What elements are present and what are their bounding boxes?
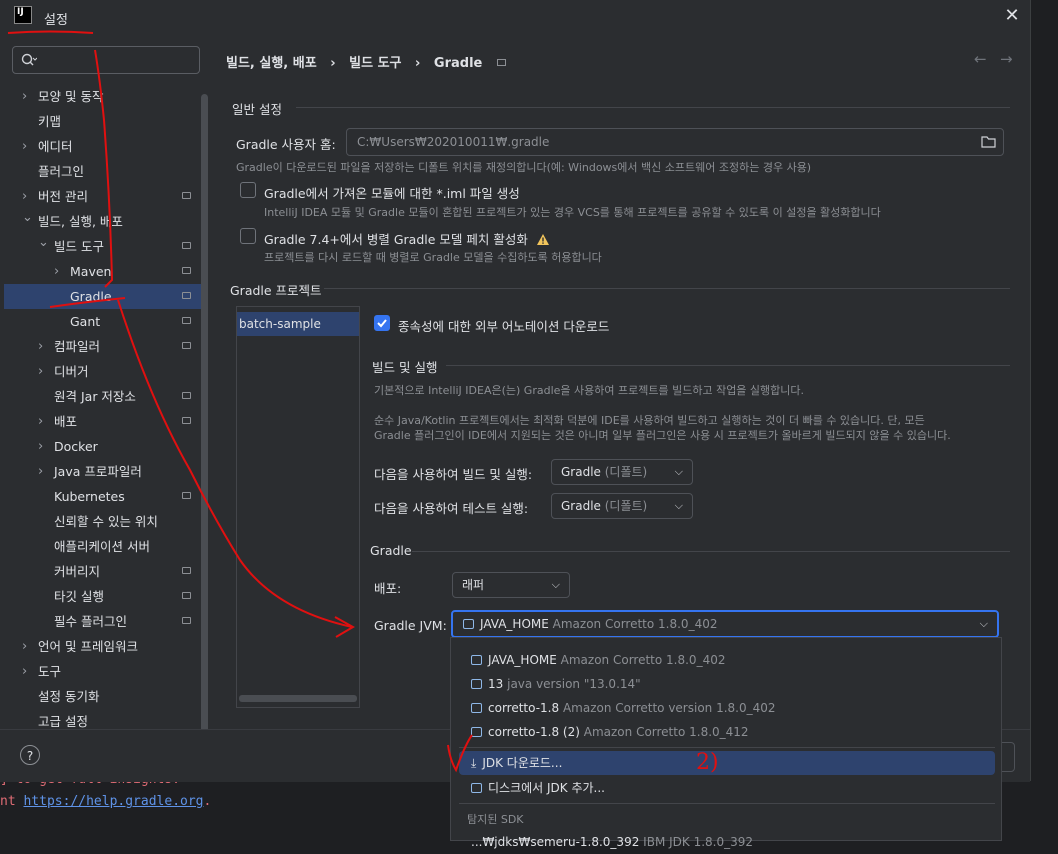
red-annotation-overlay [7, 30, 473, 773]
annotation-arrow [94, 49, 114, 288]
annotation-label: 2) [696, 750, 719, 775]
annotation-underline [7, 30, 94, 34]
annotation-arrow [117, 299, 356, 638]
annotation-underline [49, 297, 126, 308]
annotation-check [447, 734, 473, 773]
